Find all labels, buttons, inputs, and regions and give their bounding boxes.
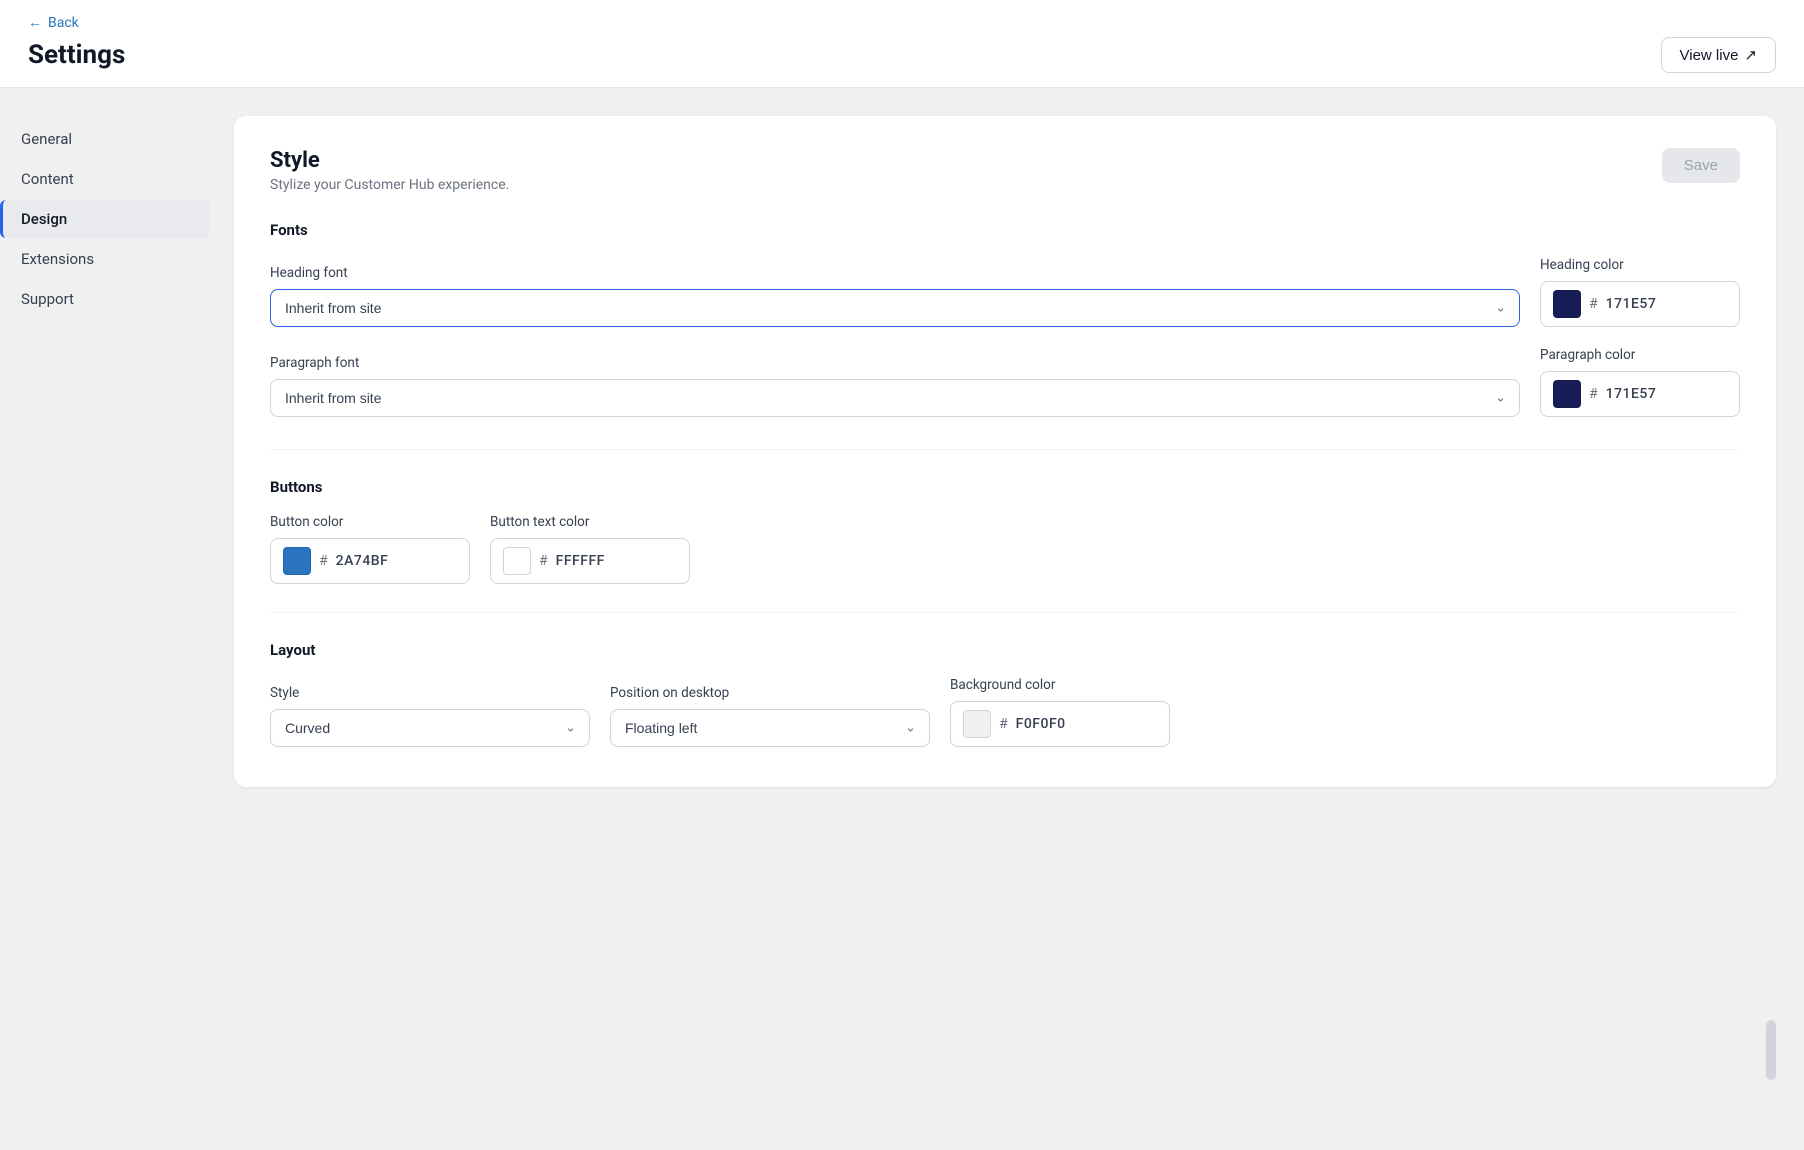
layout-position-label: Position on desktop <box>610 685 930 701</box>
paragraph-color-field[interactable]: # 171E57 <box>1540 371 1740 417</box>
paragraph-font-select-wrapper: Inherit from site ⌄ <box>270 379 1520 417</box>
sidebar-item-design[interactable]: Design <box>0 200 210 238</box>
paragraph-color-label: Paragraph color <box>1540 347 1740 363</box>
layout-style-select[interactable]: Curved <box>270 709 590 747</box>
view-live-button[interactable]: View live ↗ <box>1661 37 1777 73</box>
heading-color-swatch[interactable] <box>1553 290 1581 318</box>
button-color-value: 2A74BF <box>336 553 389 569</box>
layout-position-select[interactable]: Floating left <box>610 709 930 747</box>
button-color-swatch[interactable] <box>283 547 311 575</box>
scrollbar[interactable] <box>1766 1020 1776 1080</box>
section-title: Style <box>270 148 509 173</box>
sidebar-item-support[interactable]: Support <box>0 280 210 318</box>
layout-bg-color-value: F0F0F0 <box>1016 716 1066 732</box>
paragraph-color-swatch[interactable] <box>1553 380 1581 408</box>
section-subtitle: Stylize your Customer Hub experience. <box>270 177 509 193</box>
layout-bg-color-field[interactable]: # F0F0F0 <box>950 701 1170 747</box>
heading-color-value: 171E57 <box>1606 296 1657 312</box>
sidebar-item-content[interactable]: Content <box>0 160 210 198</box>
save-button[interactable]: Save <box>1662 148 1740 183</box>
heading-color-label: Heading color <box>1540 257 1740 273</box>
fonts-section-label: Fonts <box>270 221 1740 239</box>
back-link[interactable]: ← Back <box>28 14 79 31</box>
layout-bg-color-label: Background color <box>950 677 1170 693</box>
button-text-color-value: FFFFFF <box>556 553 605 569</box>
heading-font-label: Heading font <box>270 265 1520 281</box>
paragraph-font-select[interactable]: Inherit from site <box>270 379 1520 417</box>
sidebar-item-general[interactable]: General <box>0 120 210 158</box>
heading-font-select-wrapper: Inherit from site ⌄ <box>270 289 1520 327</box>
button-text-color-label: Button text color <box>490 514 690 530</box>
back-label: Back <box>48 15 79 31</box>
layout-style-label: Style <box>270 685 590 701</box>
arrow-left-icon: ← <box>28 14 42 31</box>
heading-color-field[interactable]: # 171E57 <box>1540 281 1740 327</box>
button-text-color-swatch[interactable] <box>503 547 531 575</box>
button-text-color-field[interactable]: # FFFFFF <box>490 538 690 584</box>
layout-position-select-wrapper: Floating left ⌄ <box>610 709 930 747</box>
paragraph-font-label: Paragraph font <box>270 355 1520 371</box>
buttons-section-label: Buttons <box>270 478 1740 496</box>
button-color-label: Button color <box>270 514 470 530</box>
page-title: Settings <box>28 40 125 70</box>
main-panel: Style Stylize your Customer Hub experien… <box>234 116 1776 787</box>
sidebar: General Content Design Extensions Suppor… <box>0 116 210 1120</box>
layout-bg-color-swatch[interactable] <box>963 710 991 738</box>
button-color-field[interactable]: # 2A74BF <box>270 538 470 584</box>
sidebar-item-extensions[interactable]: Extensions <box>0 240 210 278</box>
view-live-label: View live <box>1680 47 1739 64</box>
paragraph-color-value: 171E57 <box>1606 386 1657 402</box>
layout-section-label: Layout <box>270 641 1740 659</box>
heading-font-select[interactable]: Inherit from site <box>270 289 1520 327</box>
layout-style-select-wrapper: Curved ⌄ <box>270 709 590 747</box>
external-link-icon: ↗ <box>1744 46 1757 64</box>
